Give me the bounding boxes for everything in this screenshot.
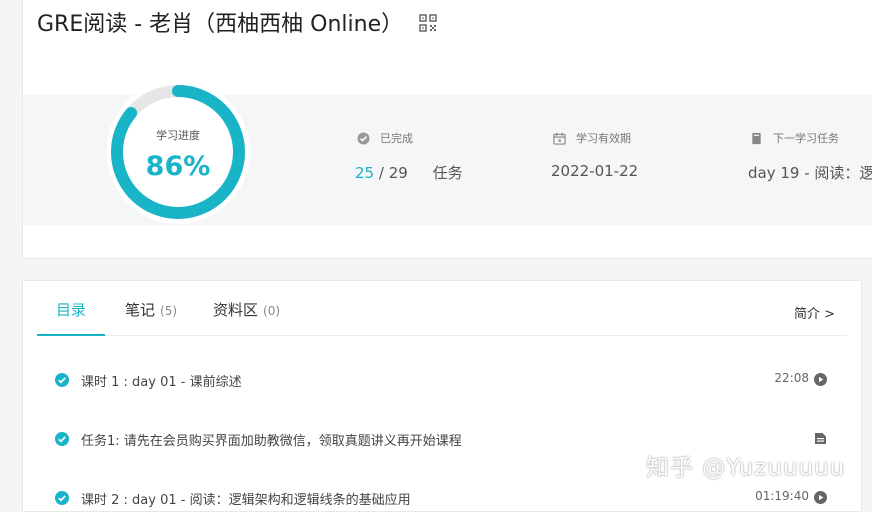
- tab-materials[interactable]: 资料区 (0): [213, 299, 280, 334]
- check-circle-icon: [55, 432, 69, 446]
- lesson-title: 课时 1 : day 01 - 课前综述: [81, 375, 242, 390]
- completed-value: 25 / 29 任务: [355, 162, 463, 183]
- task-unit: 任务: [432, 164, 463, 182]
- lesson-row[interactable]: 课时 1 : day 01 - 课前综述 22:08: [55, 370, 827, 392]
- tab-notes-count: (5): [160, 304, 178, 318]
- next-task-value[interactable]: day 19 - 阅读：逻辑: [748, 162, 872, 183]
- completed-heading: 已完成: [357, 130, 413, 146]
- validity-heading: 学习有效期: [553, 130, 631, 146]
- lesson-duration: 22:08: [774, 371, 809, 385]
- progress-percent: 86%: [145, 151, 211, 182]
- lesson-row[interactable]: 课时 2 : day 01 - 阅读：逻辑架构和逻辑线条的基础应用 01:19:…: [55, 488, 827, 510]
- play-circle-icon[interactable]: [814, 373, 827, 386]
- completed-count: 25: [355, 164, 375, 182]
- lesson-duration: 01:19:40: [755, 489, 809, 503]
- check-circle-icon: [55, 373, 69, 387]
- next-task-heading: 下一学习任务: [750, 130, 839, 146]
- completed-label: 已完成: [380, 132, 413, 145]
- next-task-label: 下一学习任务: [773, 132, 839, 145]
- check-circle-icon: [55, 491, 69, 505]
- tab-notes-label: 笔记: [125, 301, 156, 319]
- book-icon: [752, 132, 761, 144]
- validity-label: 学习有效期: [576, 132, 631, 145]
- lesson-title: 课时 2 : day 01 - 阅读：逻辑架构和逻辑线条的基础应用: [81, 493, 411, 508]
- tab-notes[interactable]: 笔记 (5): [125, 299, 177, 334]
- tab-catalog-label: 目录: [55, 301, 86, 319]
- watermark: 知乎 @Yuzuuuuu: [646, 455, 846, 481]
- progress-ring: 学习进度 86%: [105, 79, 251, 225]
- intro-link[interactable]: 简介 >: [794, 303, 835, 322]
- tab-materials-count: (0): [263, 304, 281, 318]
- course-header-card: GRE阅读 - 老肖（西柚西柚 Online） 学习进度 86% 已完成 25 …: [22, 0, 872, 259]
- tab-catalog[interactable]: 目录: [37, 299, 105, 336]
- course-title: GRE阅读 - 老肖（西柚西柚 Online）: [37, 12, 404, 37]
- tab-bar: 目录 笔记 (5) 资料区 (0): [37, 281, 847, 336]
- task-title: 任务1: 请先在会员购买界面加助教微信，领取真题讲义再开始课程: [81, 434, 462, 449]
- calendar-icon: [553, 132, 566, 145]
- qrcode-icon[interactable]: [419, 14, 437, 32]
- check-circle-icon: [357, 131, 370, 145]
- document-icon[interactable]: [814, 432, 827, 445]
- total-count: / 29: [378, 164, 408, 182]
- progress-label: 学习进度: [156, 129, 200, 142]
- play-circle-icon[interactable]: [814, 491, 827, 504]
- validity-value: 2022-01-22: [551, 162, 639, 180]
- tab-materials-label: 资料区: [213, 301, 259, 319]
